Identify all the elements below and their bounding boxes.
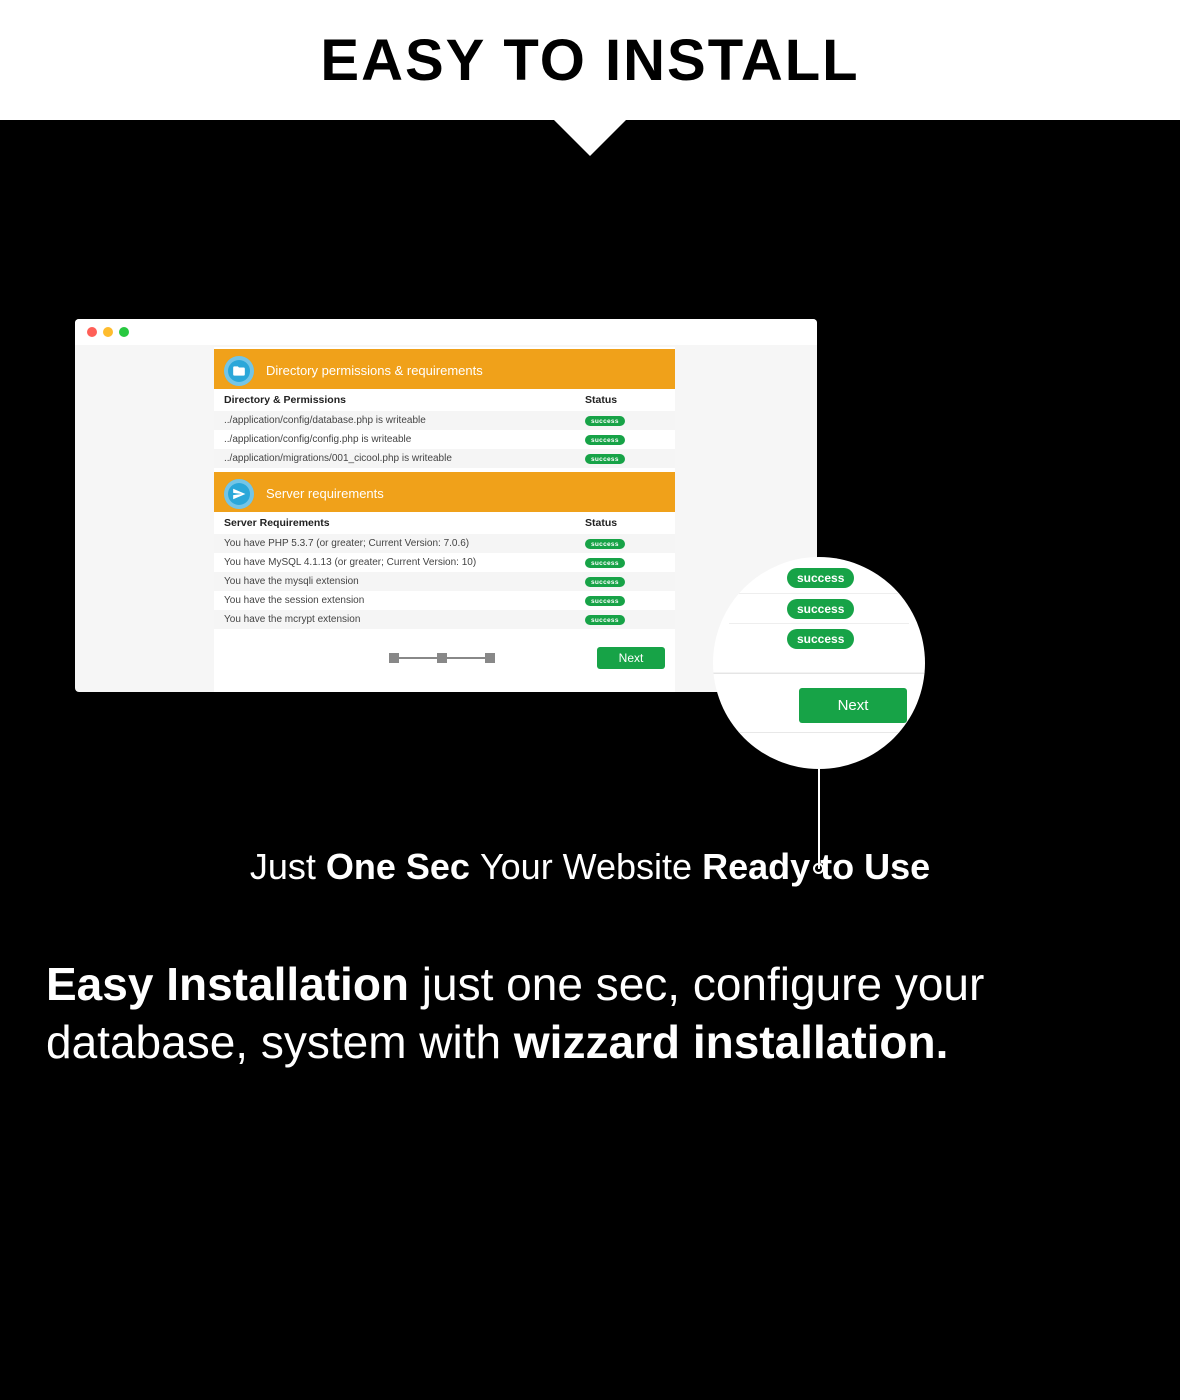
banner-title: EASY TO INSTALL xyxy=(320,27,859,94)
para-part: Easy Installation xyxy=(46,958,422,1010)
magnifier-callout: success success success Next xyxy=(713,557,925,769)
row-text: You have PHP 5.3.7 (or greater; Current … xyxy=(224,538,585,549)
col-directory: Directory & Permissions xyxy=(224,394,585,406)
status-badge: success xyxy=(585,615,625,625)
browser-window: Directory permissions & requirements Dir… xyxy=(75,319,817,692)
table-row: You have PHP 5.3.7 (or greater; Current … xyxy=(214,534,675,553)
row-text: You have the mcrypt extension xyxy=(224,614,585,625)
col-status: Status xyxy=(585,394,665,406)
table-head: Server Requirements Status xyxy=(214,512,675,534)
table-row: You have the mysqli extension success xyxy=(214,572,675,591)
next-button[interactable]: Next xyxy=(597,647,665,669)
list-item: success xyxy=(729,563,909,593)
status-badge: success xyxy=(585,596,625,606)
step-icon xyxy=(485,653,495,663)
row-text: ../application/config/database.php is wr… xyxy=(224,415,585,426)
step-connector-icon xyxy=(447,657,485,659)
status-badge: success xyxy=(787,568,854,588)
table-row: ../application/config/config.php is writ… xyxy=(214,430,675,449)
section-server-header: Server requirements xyxy=(214,472,675,512)
status-badge: success xyxy=(585,416,625,426)
table-row: ../application/migrations/001_cicool.php… xyxy=(214,449,675,468)
step-icon xyxy=(389,653,399,663)
folder-icon xyxy=(224,356,254,386)
tagline: Just One Sec Your Website Ready to Use xyxy=(0,846,1180,888)
col-requirement: Server Requirements xyxy=(224,517,585,529)
table-row: ../application/config/database.php is wr… xyxy=(214,411,675,430)
section-server-title: Server requirements xyxy=(266,486,384,501)
window-titlebar xyxy=(75,319,817,345)
wizard-stepper xyxy=(389,653,495,663)
step-icon xyxy=(437,653,447,663)
row-text: You have the session extension xyxy=(224,595,585,606)
close-icon[interactable] xyxy=(87,327,97,337)
step-connector-icon xyxy=(399,657,437,659)
status-badge: success xyxy=(585,539,625,549)
tagline-part: One Sec xyxy=(326,846,480,887)
row-text: ../application/migrations/001_cicool.php… xyxy=(224,453,585,464)
banner-pointer-icon xyxy=(554,120,626,156)
table-row: You have the mcrypt extension success xyxy=(214,610,675,629)
section-directory-title: Directory permissions & requirements xyxy=(266,363,483,378)
paper-plane-icon xyxy=(224,479,254,509)
row-text: You have MySQL 4.1.13 (or greater; Curre… xyxy=(224,557,585,568)
installer-footer: Next xyxy=(214,629,675,669)
next-button[interactable]: Next xyxy=(799,688,907,723)
table-row: You have MySQL 4.1.13 (or greater; Curre… xyxy=(214,553,675,572)
para-part: wizzard instal­lation. xyxy=(514,1016,949,1068)
row-text: You have the mysqli extension xyxy=(224,576,585,587)
server-rows: You have PHP 5.3.7 (or greater; Current … xyxy=(214,534,675,629)
tagline-part: Ready to Use xyxy=(702,846,930,887)
top-banner: EASY TO INSTALL xyxy=(0,0,1180,120)
section-directory-header: Directory permissions & requirements xyxy=(214,349,675,389)
tagline-part: Your Website xyxy=(480,846,702,887)
status-badge: success xyxy=(585,577,625,587)
directory-rows: ../application/config/database.php is wr… xyxy=(214,411,675,468)
status-badge: success xyxy=(585,435,625,445)
tagline-part: Just xyxy=(250,846,326,887)
status-badge: success xyxy=(585,558,625,568)
installer-panel: Directory permissions & requirements Dir… xyxy=(214,347,675,692)
table-row: You have the session extension success xyxy=(214,591,675,610)
status-badge: success xyxy=(787,599,854,619)
status-badge: success xyxy=(787,629,854,649)
col-status: Status xyxy=(585,517,665,529)
minimize-icon[interactable] xyxy=(103,327,113,337)
list-item: success xyxy=(729,593,909,623)
magnifier-footer: Next xyxy=(713,673,925,723)
table-head: Directory & Permissions Status xyxy=(214,389,675,411)
list-item: success xyxy=(729,623,909,653)
description-paragraph: Easy Installation just one sec, configur… xyxy=(46,956,1134,1071)
row-text: ../application/config/config.php is writ… xyxy=(224,434,585,445)
maximize-icon[interactable] xyxy=(119,327,129,337)
divider xyxy=(713,732,925,733)
status-badge: success xyxy=(585,454,625,464)
